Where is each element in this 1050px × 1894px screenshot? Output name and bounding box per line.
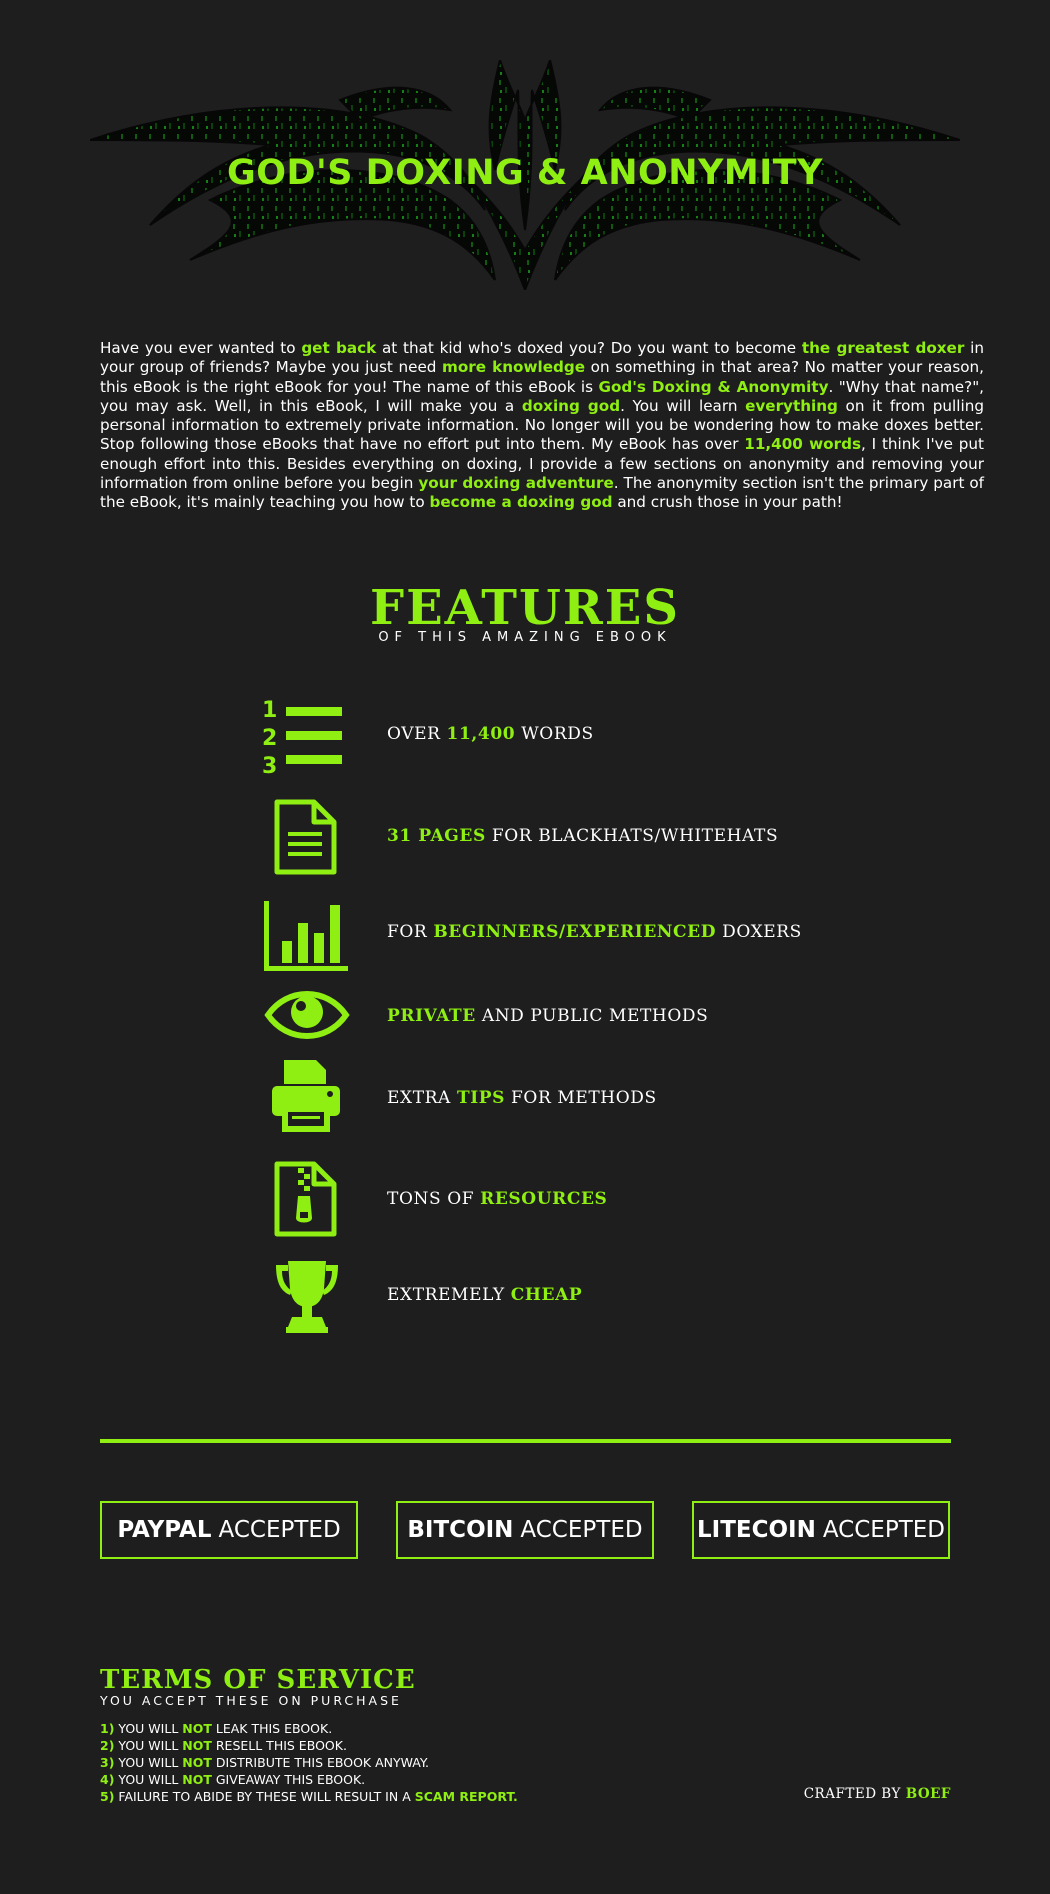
payment-name: BITCOIN <box>407 1517 514 1543</box>
text-run: at that kid who's doxed you? Do you want… <box>376 339 802 357</box>
text-run: FOR BLACKHATS/WHITEHATS <box>485 826 779 846</box>
feature-price: EXTREMELY CHEAP <box>387 1283 987 1307</box>
text-run: DISTRIBUTE THIS EBOOK ANYWAY. <box>211 1755 429 1770</box>
crafted-prefix: CRAFTED BY <box>803 1786 906 1802</box>
features-subtitle: OF THIS AMAZING EBOOK <box>378 630 672 645</box>
terms-subtitle: YOU ACCEPT THESE ON PURCHASE <box>100 1693 402 1708</box>
text-run: AND PUBLIC METHODS <box>475 1006 709 1026</box>
highlight-text: get back <box>301 339 377 357</box>
trophy-icon <box>262 1257 352 1337</box>
highlight-text: NOT <box>182 1755 212 1770</box>
text-run: DOXERS <box>716 922 802 942</box>
text-run: YOU WILL <box>114 1721 183 1736</box>
highlight-text: everything <box>745 396 838 415</box>
payment-name: PAYPAL <box>117 1517 212 1543</box>
section-divider <box>100 1439 951 1443</box>
header-banner: GOD'S DOXING & ANONYMITY <box>0 0 1050 300</box>
printer-icon <box>262 1058 352 1138</box>
highlight-text: the greatest doxer <box>801 339 965 357</box>
highlight-text: PRIVATE <box>387 1006 476 1026</box>
terms-item-number: 4) <box>100 1772 115 1787</box>
payment-label: ACCEPTED <box>520 1517 643 1543</box>
highlight-text: BEGINNERS/EXPERIENCED <box>433 922 717 942</box>
terms-item: 3) YOU WILL NOT DISTRIBUTE THIS EBOOK AN… <box>100 1754 518 1771</box>
litecoin-accepted-badge: LITECOIN ACCEPTED <box>692 1501 950 1559</box>
text-run: GIVEAWAY THIS EBOOK. <box>211 1772 366 1787</box>
terms-item: 5) FAILURE TO ABIDE BY THESE WILL RESULT… <box>100 1788 518 1805</box>
terms-item: 2) YOU WILL NOT RESELL THIS EBOOK. <box>100 1737 518 1754</box>
payment-name: LITECOIN <box>696 1517 816 1543</box>
text-run: Have you ever wanted to <box>100 339 302 357</box>
bitcoin-accepted-badge: BITCOIN ACCEPTED <box>396 1501 654 1559</box>
terms-item: 4) YOU WILL NOT GIVEAWAY THIS EBOOK. <box>100 1771 518 1788</box>
feature-methods: PRIVATE AND PUBLIC METHODS <box>387 1004 987 1028</box>
numbered-list-icon: 1 2 3 <box>262 695 352 775</box>
text-run: FOR METHODS <box>505 1088 657 1108</box>
eye-icon <box>262 975 352 1055</box>
text-run: OVER <box>387 724 447 744</box>
text-run: FOR <box>387 922 434 942</box>
zip-file-icon <box>262 1160 352 1240</box>
text-run: YOU WILL <box>114 1755 183 1770</box>
payment-label: ACCEPTED <box>218 1517 341 1543</box>
features-title: FEATURES <box>370 580 680 636</box>
feature-words: OVER 11,400 WORDS <box>387 722 987 746</box>
highlight-text: CHEAP <box>510 1285 583 1305</box>
svg-text:3: 3 <box>262 754 277 775</box>
text-run: EXTRA <box>387 1088 457 1108</box>
intro-paragraph: Have you ever wanted to get back at that… <box>100 339 984 513</box>
highlight-text: TIPS <box>456 1088 506 1108</box>
terms-list: 1) YOU WILL NOT LEAK THIS EBOOK. 2) YOU W… <box>100 1720 518 1805</box>
text-run: WORDS <box>515 724 594 744</box>
author-name: BOEF <box>905 1786 951 1802</box>
page-title: GOD'S DOXING & ANONYMITY <box>227 153 823 193</box>
text-run: . You will learn <box>620 396 746 415</box>
highlight-text: RESOURCES <box>480 1189 608 1209</box>
highlight-text: more knowledge <box>442 358 586 377</box>
feature-audience: FOR BEGINNERS/EXPERIENCED DOXERS <box>387 920 987 944</box>
highlight-text: NOT <box>182 1721 212 1736</box>
highlight-text: SCAM REPORT. <box>414 1789 518 1804</box>
payment-label: ACCEPTED <box>822 1517 945 1543</box>
terms-item-number: 5) <box>100 1789 115 1804</box>
text-run: YOU WILL <box>114 1772 183 1787</box>
text-run: FAILURE TO ABIDE BY THESE WILL RESULT IN… <box>114 1789 415 1804</box>
feature-resources: TONS OF RESOURCES <box>387 1187 987 1211</box>
highlight-text: 31 PAGES <box>387 826 486 846</box>
feature-tips: EXTRA TIPS FOR METHODS <box>387 1086 987 1110</box>
document-icon <box>262 798 352 878</box>
highlight-text: God's Doxing & Anonymity <box>598 377 829 396</box>
terms-item: 1) YOU WILL NOT LEAK THIS EBOOK. <box>100 1720 518 1737</box>
paypal-accepted-badge: PAYPAL ACCEPTED <box>100 1501 358 1559</box>
highlight-text: your doxing adventure <box>418 474 614 493</box>
text-run: TONS OF <box>387 1189 481 1209</box>
svg-text:1: 1 <box>262 698 277 723</box>
highlight-text: NOT <box>182 1772 212 1787</box>
terms-item-number: 2) <box>100 1738 115 1753</box>
text-run: LEAK THIS EBOOK. <box>211 1721 333 1736</box>
terms-item-number: 3) <box>100 1755 115 1770</box>
svg-text:2: 2 <box>262 726 277 751</box>
text-run: and crush those in your path! <box>612 493 843 512</box>
feature-pages: 31 PAGES FOR BLACKHATS/WHITEHATS <box>387 824 987 848</box>
highlight-text: NOT <box>182 1738 212 1753</box>
terms-item-number: 1) <box>100 1721 115 1736</box>
highlight-text: doxing god <box>521 396 621 415</box>
crafted-by: CRAFTED BY BOEF <box>804 1786 951 1802</box>
text-run: RESELL THIS EBOOK. <box>211 1738 347 1753</box>
highlight-text: become a doxing god <box>429 493 613 512</box>
terms-title: TERMS OF SERVICE <box>100 1665 416 1695</box>
bar-chart-icon <box>262 893 352 973</box>
highlight-text: 11,400 <box>446 724 516 744</box>
highlight-text: 11,400 words <box>744 435 862 454</box>
text-run: EXTREMELY <box>387 1285 511 1305</box>
text-run: YOU WILL <box>114 1738 183 1753</box>
